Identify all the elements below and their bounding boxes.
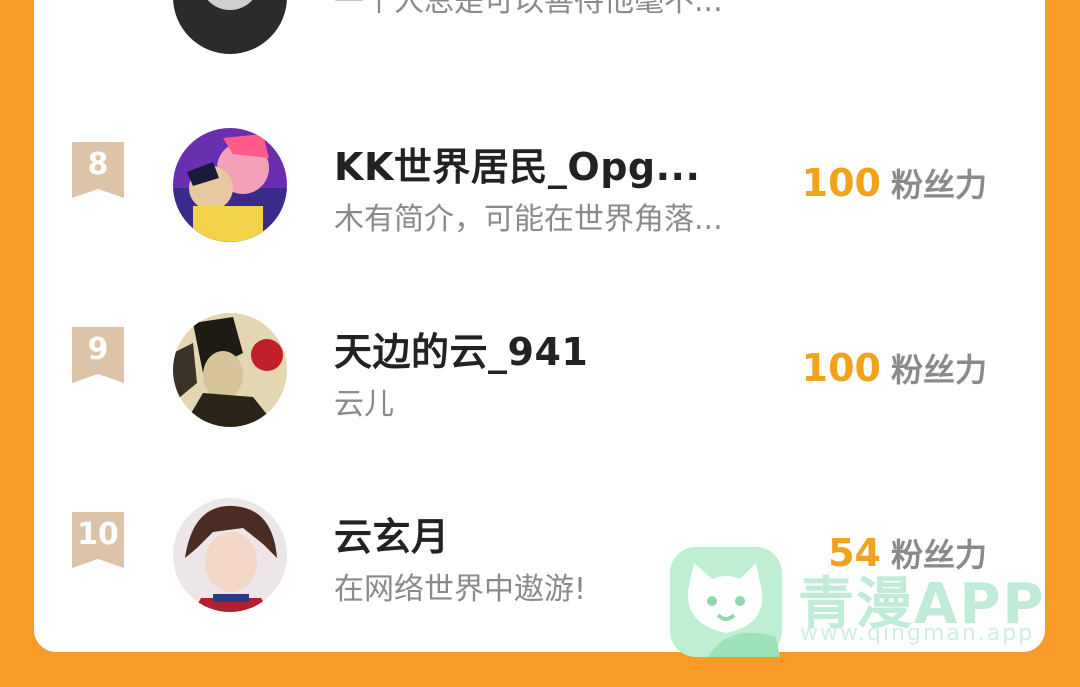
fan-score-unit: 粉丝力 xyxy=(890,351,987,389)
user-bio: 木有简介，可能在世界角落... xyxy=(334,202,723,237)
avatar[interactable] xyxy=(173,0,287,54)
avatar[interactable] xyxy=(173,128,287,242)
list-item[interactable]: 9 天边的云_941 云儿 100 粉丝力 xyxy=(34,313,1045,433)
fan-score-unit: 粉丝力 xyxy=(890,166,987,204)
avatar-image xyxy=(173,128,287,242)
avatar-image xyxy=(173,0,287,54)
fan-score: 100 粉丝力 xyxy=(802,160,987,206)
fan-score-value: 100 xyxy=(801,346,881,390)
app-watermark: 青漫APP www.qingman.app xyxy=(668,545,1043,660)
rank-badge: 10 xyxy=(72,512,124,568)
watermark-url: www.qingman.app xyxy=(800,621,1035,646)
fan-score: 100 粉丝力 xyxy=(802,345,987,391)
user-name[interactable]: 天边的云_941 xyxy=(334,321,588,376)
rank-badge: 9 xyxy=(72,327,124,383)
rank-badge: 8 xyxy=(72,142,124,198)
user-bio: 云儿 xyxy=(334,387,394,422)
cat-logo-icon xyxy=(670,547,782,657)
user-name[interactable]: 云玄月 xyxy=(334,506,450,561)
list-item[interactable]: 8 KK世界居民_Opg... 木有简介，可能在世界角落... 100 粉丝力 xyxy=(34,128,1045,248)
user-name[interactable]: KK世界居民_Opg... xyxy=(334,136,700,191)
avatar[interactable] xyxy=(173,313,287,427)
user-bio: 一个人总是可以善待他毫不... xyxy=(334,0,723,19)
avatar[interactable] xyxy=(173,498,287,612)
avatar-image xyxy=(173,498,287,612)
fan-score-value: 100 xyxy=(801,161,881,205)
list-item[interactable]: 一个人总是可以善待他毫不... xyxy=(34,0,1045,60)
user-bio: 在网络世界中遨游! xyxy=(334,572,587,607)
avatar-image xyxy=(173,313,287,427)
